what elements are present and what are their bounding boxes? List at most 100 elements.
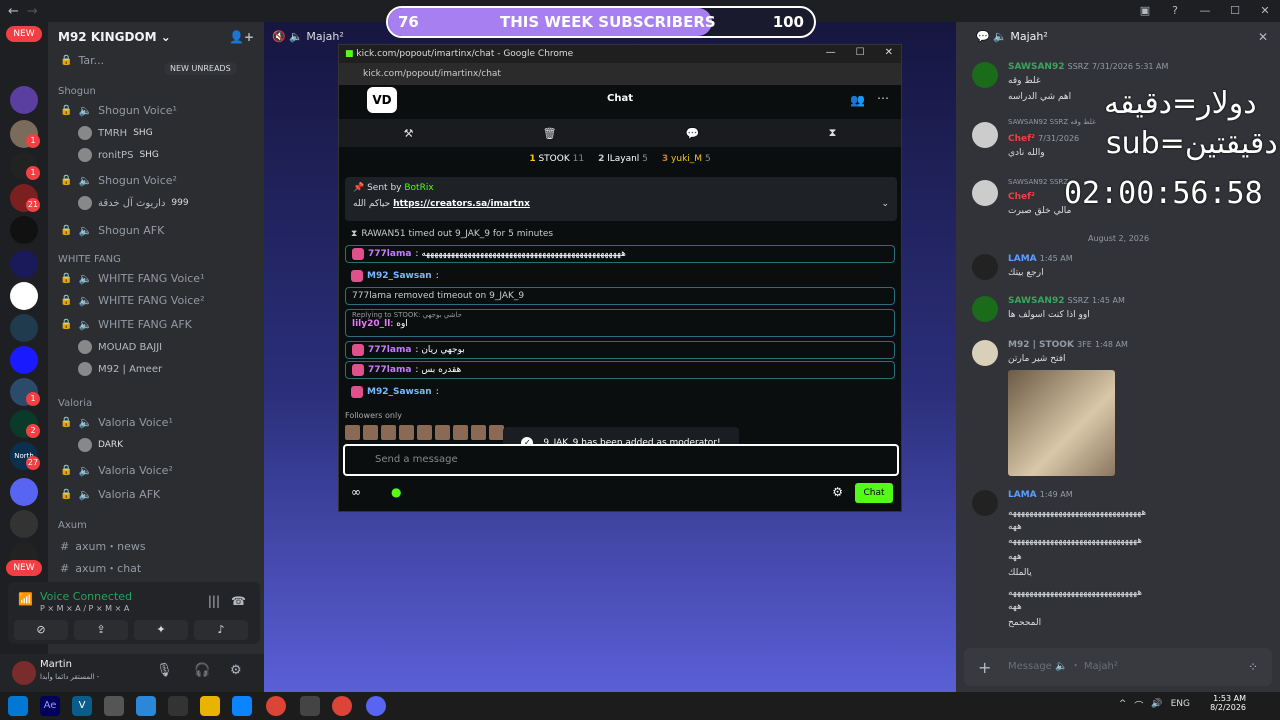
pinned-message[interactable]: 📌 Sent by BotRix حياكم الله https://crea… bbox=[345, 177, 897, 221]
channel-wf-afk[interactable]: 🔒 🔈 WHITE FANG AFK bbox=[60, 318, 192, 331]
apps-icon[interactable]: ⁘ bbox=[1248, 660, 1258, 674]
windows-icon[interactable] bbox=[8, 696, 28, 716]
new-unreads-pill[interactable]: NEW UNREADS bbox=[164, 62, 237, 75]
app-icon[interactable] bbox=[136, 696, 156, 716]
server-icon[interactable] bbox=[10, 216, 38, 244]
chevron-down-icon[interactable]: ⌄ bbox=[881, 199, 889, 209]
inbox-icon[interactable]: ▣ bbox=[1130, 0, 1160, 22]
volume-icon[interactable]: 🔊 bbox=[1151, 699, 1162, 712]
emote[interactable] bbox=[363, 425, 378, 440]
channel-wf-voice1[interactable]: 🔒 🔈 WHITE FANG Voice¹ bbox=[60, 272, 205, 285]
more-icon[interactable]: ⋯ bbox=[877, 91, 889, 105]
emote[interactable] bbox=[453, 425, 468, 440]
channel-wf-voice2[interactable]: 🔒 🔈 WHITE FANG Voice² bbox=[60, 294, 205, 307]
server-icon[interactable] bbox=[10, 510, 38, 538]
users-icon[interactable]: 👥 bbox=[850, 93, 865, 107]
chat-message[interactable]: 777lama: ههههههههههههههههههههههههههههههه… bbox=[345, 245, 895, 263]
emote[interactable] bbox=[489, 425, 504, 440]
calculator-icon[interactable] bbox=[104, 696, 124, 716]
channel-shogun-afk[interactable]: 🔒 🔈 Shogun AFK bbox=[60, 224, 164, 237]
voice-user-tmrh[interactable]: TMRH SHG bbox=[78, 126, 153, 140]
headphones-icon[interactable]: 🎧 bbox=[194, 663, 210, 678]
server-icon-m92[interactable] bbox=[10, 282, 38, 310]
camera-off-button[interactable]: ⊘ bbox=[14, 620, 68, 640]
leader-1[interactable]: 1 STOOK 11 bbox=[529, 154, 584, 164]
close-icon[interactable]: ✕ bbox=[1258, 30, 1268, 44]
forward-arrow-icon[interactable]: → bbox=[27, 4, 38, 19]
app-icon[interactable] bbox=[168, 696, 188, 716]
server-icon[interactable] bbox=[10, 250, 38, 278]
leader-2[interactable]: 2 lLayanl 5 bbox=[598, 154, 648, 164]
vscode-icon[interactable]: V bbox=[72, 696, 92, 716]
image-attachment[interactable] bbox=[1008, 370, 1115, 476]
mic-icon[interactable]: 🎙 bbox=[156, 663, 173, 678]
chat-message-reply[interactable]: Replying to STOOK: حاشي بوجهي lily20_ll:… bbox=[345, 309, 895, 337]
emote[interactable] bbox=[399, 425, 414, 440]
chrome-icon[interactable] bbox=[332, 696, 352, 716]
discord-icon[interactable] bbox=[366, 696, 386, 716]
emote[interactable] bbox=[381, 425, 396, 440]
after-effects-icon[interactable]: Ae bbox=[40, 696, 60, 716]
maximize-button[interactable]: ☐ bbox=[856, 47, 865, 58]
avatar[interactable] bbox=[12, 661, 36, 685]
chat-message[interactable]: M92_Sawsan: bbox=[345, 383, 895, 401]
channel-valoria-voice2[interactable]: 🔒 🔈 Valoria Voice² bbox=[60, 464, 173, 477]
noise-icon[interactable]: ||| bbox=[208, 594, 220, 608]
channel-valoria-afk[interactable]: 🔒 🔈 Valoria AFK bbox=[60, 488, 160, 501]
close-button[interactable]: ✕ bbox=[1250, 0, 1280, 22]
voice-connected-label[interactable]: Voice Connected bbox=[40, 590, 132, 603]
channel-truncated[interactable]: 🔒 Tar... bbox=[60, 54, 104, 67]
chat-send-button[interactable]: Chat bbox=[855, 483, 893, 503]
trash-icon[interactable]: 🗑 bbox=[543, 127, 557, 140]
disconnect-icon[interactable]: ☎ bbox=[231, 594, 246, 608]
folder-icon[interactable] bbox=[200, 696, 220, 716]
close-button[interactable]: ✕ bbox=[885, 47, 893, 58]
channel-valoria-voice1[interactable]: 🔒 🔈 Valoria Voice¹ bbox=[60, 416, 173, 429]
channel-axum-chat[interactable]: # axum・chat bbox=[60, 560, 141, 576]
voice-user-ameer[interactable]: M92 | Ameer bbox=[78, 362, 162, 376]
server-icon[interactable] bbox=[10, 314, 38, 342]
activities-button[interactable]: ✦ bbox=[134, 620, 188, 640]
voice-user-ronit[interactable]: ronitPS SHG bbox=[78, 148, 159, 162]
voice-user[interactable]: داريوث آل خدقة 999 bbox=[78, 196, 189, 210]
hammer-icon[interactable]: ⚒ bbox=[404, 127, 414, 140]
store-icon[interactable] bbox=[232, 696, 252, 716]
add-member-icon[interactable]: 👤+ bbox=[229, 30, 254, 44]
infinity-icon[interactable]: ∞ bbox=[351, 485, 361, 499]
gear-icon[interactable]: ⚙ bbox=[230, 663, 242, 678]
language-indicator[interactable]: ENG bbox=[1171, 699, 1190, 712]
plus-icon[interactable]: + bbox=[978, 658, 991, 677]
gear-icon[interactable]: ⚙ bbox=[832, 485, 843, 499]
hourglass-icon[interactable]: ⧗ bbox=[829, 126, 837, 140]
category-axum[interactable]: Axum bbox=[58, 520, 87, 531]
chat-message[interactable]: 777lama: هقدره بس bbox=[345, 361, 895, 379]
screenshare-button[interactable]: ⇪ bbox=[74, 620, 128, 640]
help-icon[interactable]: ? bbox=[1160, 0, 1190, 22]
leader-3[interactable]: 3 yuki_M 5 bbox=[662, 154, 711, 164]
category-white-fang[interactable]: WHITE FANG bbox=[58, 254, 121, 265]
emote[interactable] bbox=[345, 425, 360, 440]
chrome-icon[interactable] bbox=[266, 696, 286, 716]
chat-bubble-icon[interactable]: 💬 bbox=[686, 127, 700, 140]
emote[interactable] bbox=[435, 425, 450, 440]
minimize-button[interactable]: — bbox=[826, 47, 836, 58]
channel-shogun-voice1[interactable]: 🔒 🔈 Shogun Voice¹ bbox=[60, 104, 177, 117]
server-header[interactable]: M92 KINGDOM ⌄ 👤+ bbox=[48, 22, 264, 52]
server-icon[interactable] bbox=[10, 346, 38, 374]
chat-message[interactable]: 777lama: بوجهي ريان bbox=[345, 341, 895, 359]
obs-icon[interactable] bbox=[300, 696, 320, 716]
maximize-button[interactable]: ☐ bbox=[1220, 0, 1250, 22]
emote[interactable] bbox=[471, 425, 486, 440]
kick-icon[interactable]: ● bbox=[391, 485, 401, 499]
channel-axum-news[interactable]: # axum・news bbox=[60, 538, 146, 554]
soundboard-button[interactable]: ♪ bbox=[194, 620, 248, 640]
channel-shogun-voice2[interactable]: 🔒 🔈 Shogun Voice² bbox=[60, 174, 177, 187]
folder-icon[interactable] bbox=[10, 478, 38, 506]
chat-message[interactable]: M92_Sawsan: bbox=[345, 267, 895, 285]
chevron-up-icon[interactable]: ^ bbox=[1119, 699, 1127, 712]
chat-input[interactable]: Send a message bbox=[343, 444, 899, 476]
minimize-button[interactable]: — bbox=[1190, 0, 1220, 22]
voice-user-mouad[interactable]: MOUAD BAJJI bbox=[78, 340, 162, 354]
message-input[interactable]: Message 🔈 ・ Majah² bbox=[964, 648, 1272, 686]
server-icon[interactable] bbox=[10, 86, 38, 114]
